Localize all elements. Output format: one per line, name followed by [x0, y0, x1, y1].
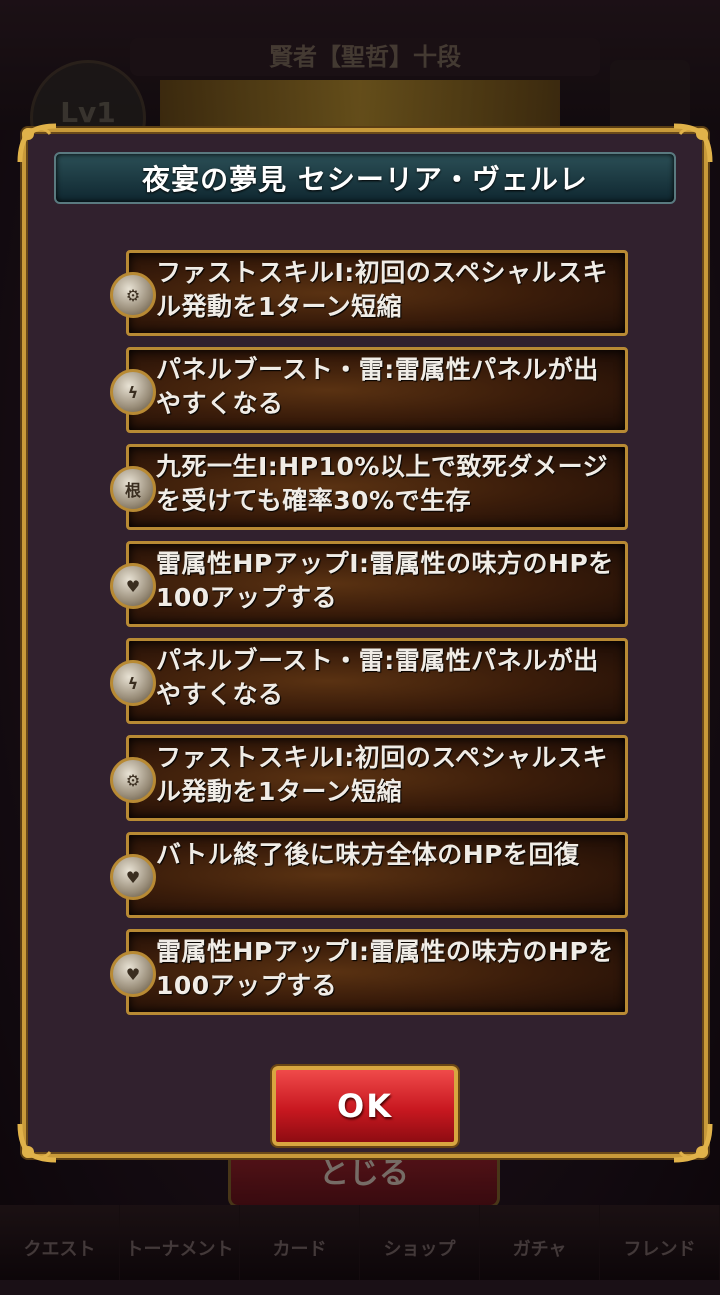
skill-description: 雷属性HPアップI:雷属性の味方のHPを100アップする: [156, 937, 614, 1000]
skill-item: ⚙ ファストスキルI:初回のスペシャルスキル発動を1ターン短縮: [110, 735, 628, 821]
skill-list: ⚙ ファストスキルI:初回のスペシャルスキル発動を1ターン短縮 ϟ パネルブース…: [110, 250, 628, 1026]
skill-item: ⚙ ファストスキルI:初回のスペシャルスキル発動を1ターン短縮: [110, 250, 628, 336]
skill-description: パネルブースト・雷:雷属性パネルが出やすくなる: [156, 355, 599, 418]
heart-up-icon: ♥: [110, 951, 156, 997]
root-icon: 根: [110, 466, 156, 512]
ok-button[interactable]: OK: [272, 1066, 458, 1146]
skill-item: ♥ 雷属性HPアップI:雷属性の味方のHPを100アップする: [110, 929, 628, 1015]
gear-icon: ⚙: [110, 757, 156, 803]
skill-item: ϟ パネルブースト・雷:雷属性パネルが出やすくなる: [110, 347, 628, 433]
corner-ornament-icon: [660, 1110, 714, 1164]
skill-item: ♥ 雷属性HPアップI:雷属性の味方のHPを100アップする: [110, 541, 628, 627]
dialog-title: 夜宴の夢見 セシーリア・ヴェルレ: [142, 163, 588, 196]
heart-up-icon: ♥: [110, 563, 156, 609]
skill-description: 雷属性HPアップI:雷属性の味方のHPを100アップする: [156, 549, 614, 612]
dialog-title-bar: 夜宴の夢見 セシーリア・ヴェルレ: [54, 152, 676, 204]
lightning-icon: ϟ: [110, 660, 156, 706]
skill-item: 根 九死一生I:HP10%以上で致死ダメージを受けても確率30%で生存: [110, 444, 628, 530]
skill-description: ファストスキルI:初回のスペシャルスキル発動を1ターン短縮: [156, 258, 609, 321]
corner-ornament-icon: [16, 1110, 70, 1164]
skill-description: ファストスキルI:初回のスペシャルスキル発動を1ターン短縮: [156, 743, 609, 806]
heart-plus-icon: ♥: [110, 854, 156, 900]
skill-item: ϟ パネルブースト・雷:雷属性パネルが出やすくなる: [110, 638, 628, 724]
ok-button-label: OK: [337, 1087, 393, 1125]
skill-description: 九死一生I:HP10%以上で致死ダメージを受けても確率30%で生存: [156, 452, 609, 515]
skill-description: バトル終了後に味方全体のHPを回復: [156, 840, 580, 869]
skill-description: パネルブースト・雷:雷属性パネルが出やすくなる: [156, 646, 599, 709]
lightning-icon: ϟ: [110, 369, 156, 415]
gear-icon: ⚙: [110, 272, 156, 318]
skill-dialog: 夜宴の夢見 セシーリア・ヴェルレ ⚙ ファストスキルI:初回のスペシャルスキル発…: [17, 123, 713, 1163]
skill-item: ♥ バトル終了後に味方全体のHPを回復: [110, 832, 628, 918]
